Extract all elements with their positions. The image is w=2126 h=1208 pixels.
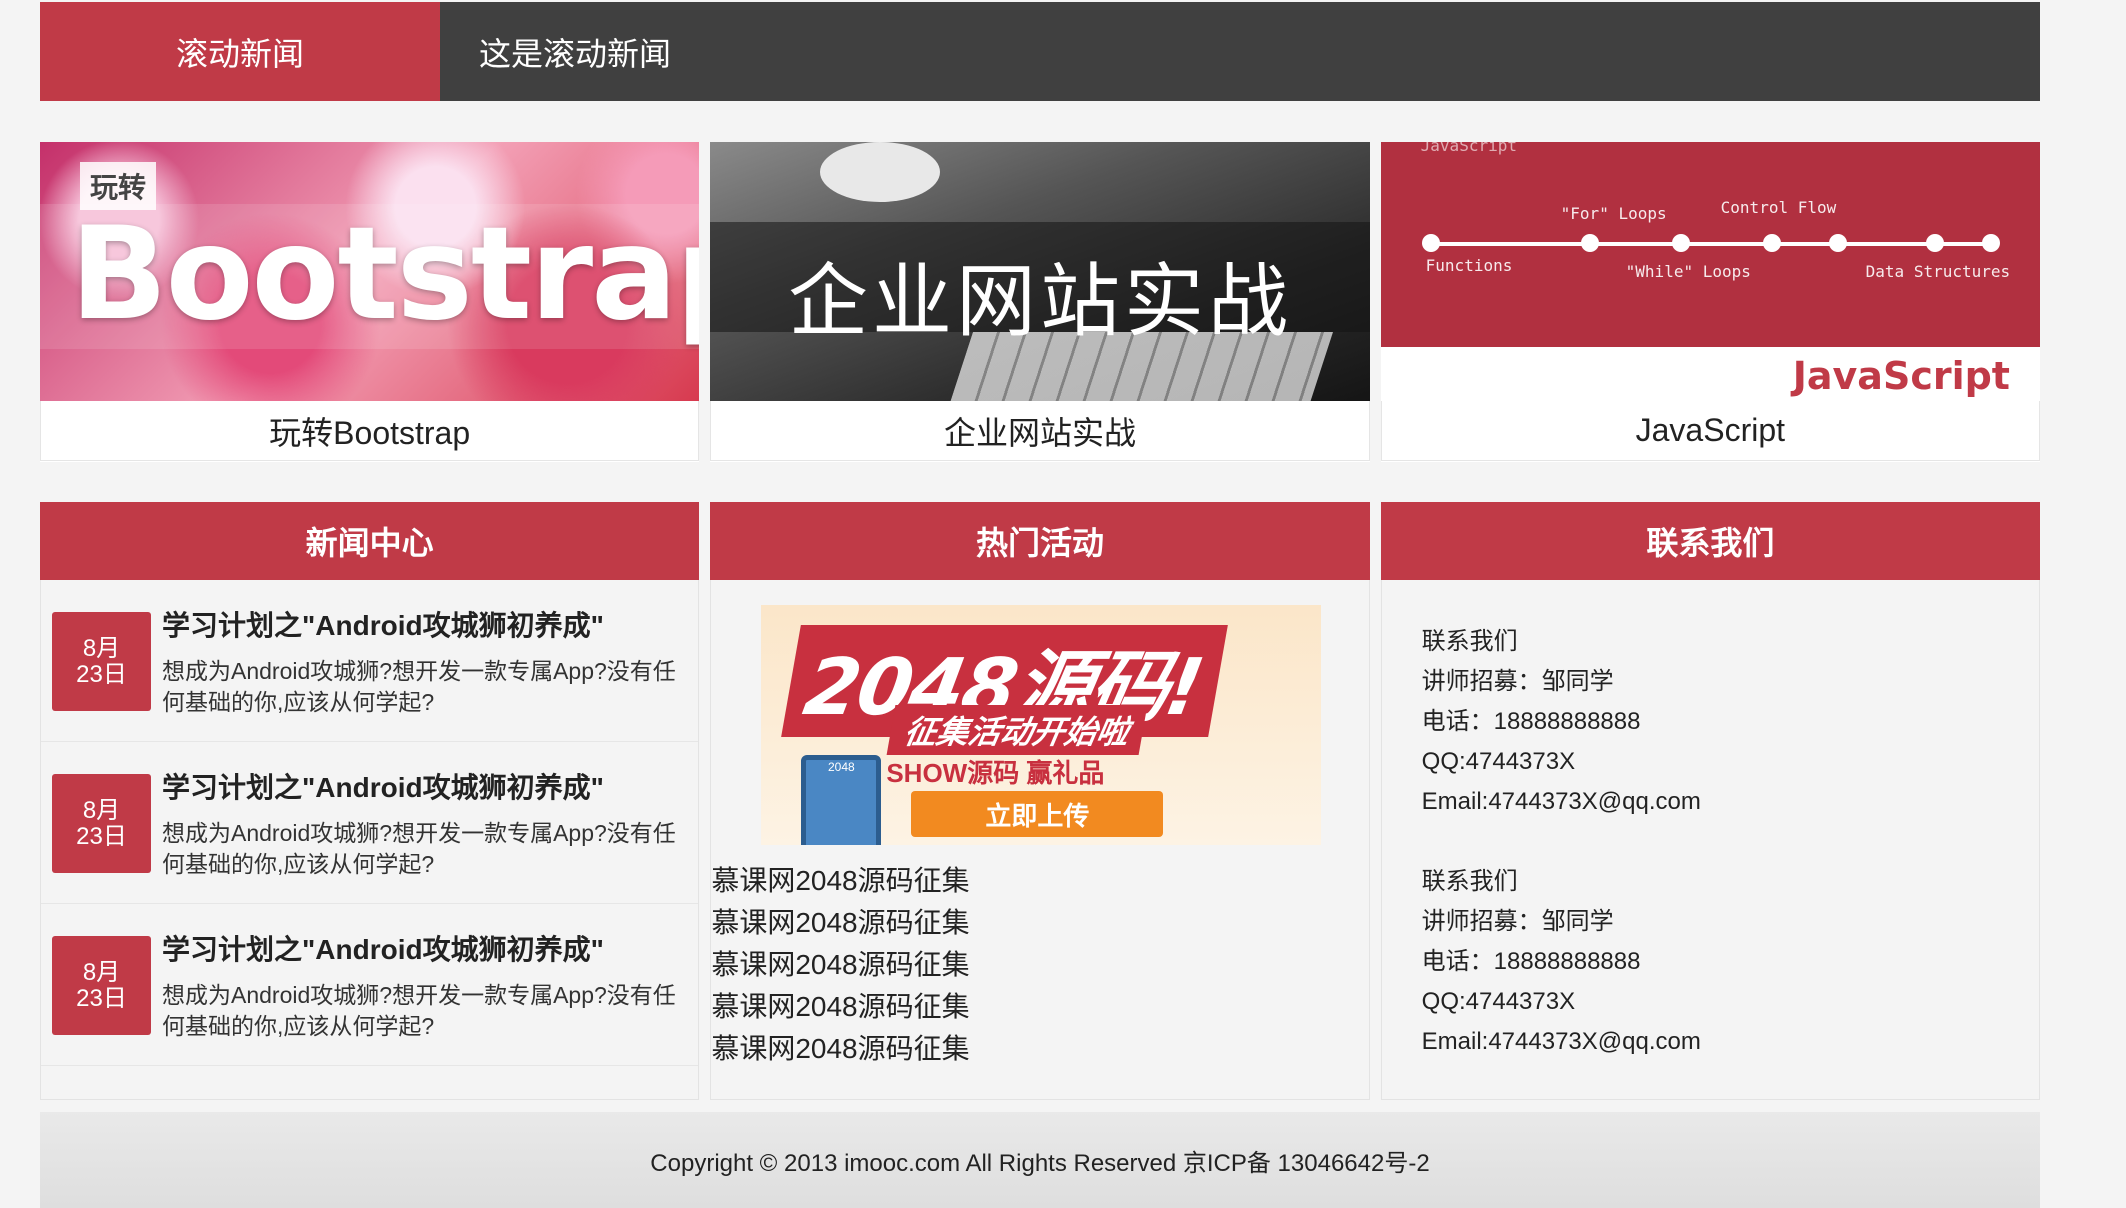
- contact-phone: 电话：18888888888: [1421, 708, 1641, 735]
- contact-panel-title: 联系我们: [1380, 502, 2040, 580]
- contact-lecturer: 讲师招募：邹同学: [1421, 908, 1614, 935]
- date-month: 8月: [82, 634, 121, 662]
- contact-heading: 联系我们: [1421, 628, 1518, 655]
- phone-text: 2048: [827, 760, 855, 774]
- news-ticker: 滚动新闻 这是滚动新闻: [40, 2, 2040, 101]
- activities-panel-title: 热门活动: [710, 502, 1370, 580]
- news-title[interactable]: 学习计划之"Android攻城狮初养成": [162, 928, 604, 968]
- course-image-top-text: JavaScript: [1420, 142, 1517, 155]
- info-panels: 新闻中心 8月 23日 学习计划之"Android攻城狮初养成" 想成为Andr…: [40, 502, 2040, 1100]
- promo-subline: 征集活动开始啦: [886, 705, 1148, 755]
- activities-panel: 热门活动 2048源码! 征集活动开始啦 SHOW源码 赢礼品 2048 立即上…: [710, 502, 1370, 1100]
- date-day: 23日: [76, 984, 127, 1012]
- activity-link[interactable]: 慕课网2048源码征集: [711, 902, 969, 944]
- news-panel-title: 新闻中心: [40, 502, 700, 580]
- timeline-label: Data Structures: [1865, 262, 2011, 281]
- date-day: 23日: [76, 660, 127, 688]
- timeline-label: "While" Loops: [1625, 262, 1751, 281]
- news-summary: 想成为Android攻城狮?想开发一款专属App?没有任何基础的你,应该从何学起…: [162, 982, 676, 1039]
- news-item[interactable]: 8月 23日 学习计划之"Android攻城狮初养成" 想成为Android攻城…: [41, 580, 699, 742]
- date-badge: 8月 23日: [52, 774, 151, 873]
- activity-link[interactable]: 慕课网2048源码征集: [711, 1028, 969, 1070]
- mouse-image: [820, 142, 941, 202]
- course-caption[interactable]: 玩转Bootstrap: [40, 401, 700, 461]
- ticker-text[interactable]: 这是滚动新闻: [440, 2, 671, 101]
- activity-list: 慕课网2048源码征集 慕课网2048源码征集 慕课网2048源码征集 慕课网2…: [711, 860, 969, 1070]
- news-summary: 想成为Android攻城狮?想开发一款专属App?没有任何基础的你,应该从何学起…: [162, 658, 676, 715]
- timeline-label: Functions: [1425, 256, 1513, 275]
- news-summary: 想成为Android攻城狮?想开发一款专属App?没有任何基础的你,应该从何学起…: [162, 820, 676, 877]
- activity-link[interactable]: 慕课网2048源码征集: [711, 986, 969, 1028]
- footer: Copyright © 2013 imooc.com All Rights Re…: [40, 1112, 2040, 1208]
- contact-email[interactable]: Email:4744373X@qq.com: [1422, 1022, 1701, 1062]
- course-caption[interactable]: 企业网站实战: [710, 401, 1370, 461]
- course-card-bootstrap[interactable]: 玩转 Bootstrap 玩转Bootstrap: [40, 142, 700, 462]
- course-image-title: 企业网站实战: [787, 255, 1292, 348]
- news-item[interactable]: 8月 23日 学习计划之"Android攻城狮初养成" 想成为Android攻城…: [41, 904, 699, 1066]
- contact-group: 联系我们 讲师招募：邹同学 电话：18888888888 QQ:4744373X…: [1422, 622, 1701, 822]
- course-image-title: Bootstrap: [70, 200, 700, 349]
- news-item[interactable]: 8月 23日 学习计划之"Android攻城狮初养成" 想成为Android攻城…: [41, 742, 699, 904]
- activity-link[interactable]: 慕课网2048源码征集: [711, 860, 969, 902]
- promo-banner[interactable]: 2048源码! 征集活动开始啦 SHOW源码 赢礼品 2048 立即上传: [761, 605, 1322, 845]
- news-title[interactable]: 学习计划之"Android攻城狮初养成": [162, 766, 604, 806]
- date-month: 8月: [82, 796, 121, 824]
- course-caption[interactable]: JavaScript: [1380, 401, 2040, 461]
- course-image-javascript[interactable]: JavaScript Functions "For" Loops "While"…: [1380, 142, 2040, 401]
- news-title[interactable]: 学习计划之"Android攻城狮初养成": [162, 604, 604, 644]
- contact-email[interactable]: Email:4744373X@qq.com: [1422, 782, 1701, 822]
- contact-phone: 电话：18888888888: [1421, 948, 1641, 975]
- contact-panel: 联系我们 联系我们 讲师招募：邹同学 电话：18888888888 QQ:474…: [1380, 502, 2040, 1100]
- copyright-text: Copyright © 2013 imooc.com All Rights Re…: [650, 1149, 1430, 1177]
- date-badge: 8月 23日: [52, 612, 151, 711]
- course-image-enterprise[interactable]: 企业网站实战: [710, 142, 1370, 401]
- upload-button[interactable]: 立即上传: [911, 791, 1164, 837]
- contact-heading: 联系我们: [1421, 868, 1518, 895]
- course-cards: 玩转 Bootstrap 玩转Bootstrap 企业网站实战 企业网站实战 J…: [40, 142, 2040, 462]
- contact-qq: QQ:4744373X: [1421, 988, 1576, 1015]
- phone-icon: 2048: [801, 755, 882, 845]
- date-badge: 8月 23日: [52, 936, 151, 1035]
- activity-link[interactable]: 慕课网2048源码征集: [711, 944, 969, 986]
- contact-lecturer: 讲师招募：邹同学: [1421, 668, 1614, 695]
- contact-qq: QQ:4744373X: [1421, 748, 1576, 775]
- course-image-title: JavaScript: [1792, 354, 2010, 398]
- timeline-label: "For" Loops: [1560, 204, 1667, 223]
- contact-group: 联系我们 讲师招募：邹同学 电话：18888888888 QQ:4744373X…: [1422, 862, 1701, 1062]
- news-panel: 新闻中心 8月 23日 学习计划之"Android攻城狮初养成" 想成为Andr…: [40, 502, 700, 1100]
- course-card-enterprise[interactable]: 企业网站实战 企业网站实战: [710, 142, 1370, 462]
- timeline-label: Control Flow: [1720, 198, 1837, 217]
- course-image-bootstrap[interactable]: 玩转 Bootstrap: [40, 142, 700, 401]
- ticker-label: 滚动新闻: [40, 2, 440, 101]
- date-month: 8月: [82, 958, 121, 986]
- date-day: 23日: [76, 822, 127, 850]
- promo-show-text: SHOW源码 赢礼品: [886, 758, 1105, 788]
- course-card-javascript[interactable]: JavaScript Functions "For" Loops "While"…: [1380, 142, 2040, 462]
